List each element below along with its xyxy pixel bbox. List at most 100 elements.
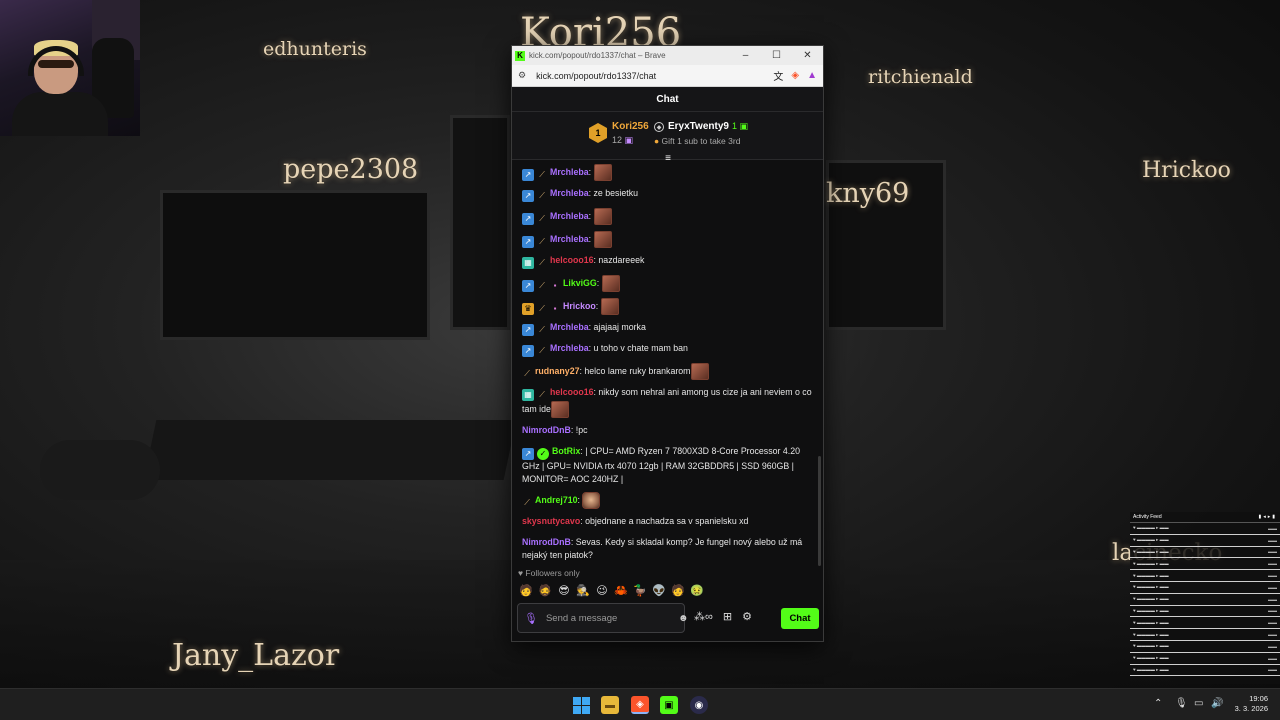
- chat-emote-icon[interactable]: [600, 298, 619, 315]
- quick-emote-icon[interactable]: 👽: [651, 583, 667, 599]
- url-text[interactable]: kick.com/popout/rdo1337/chat: [536, 71, 765, 81]
- quick-emote-icon[interactable]: 😉: [594, 583, 610, 599]
- chat-username[interactable]: LikviGG: [563, 278, 597, 288]
- chat-emote-icon[interactable]: [601, 275, 620, 292]
- chat-settings-icon[interactable]: ⚙: [742, 610, 752, 623]
- subscriber-badge-icon[interactable]: ↗: [522, 212, 534, 225]
- chat-username[interactable]: Mrchleba: [550, 322, 589, 332]
- microphone-tray-icon[interactable]: 🎙: [1175, 698, 1188, 709]
- obs-icon[interactable]: ◉: [690, 696, 708, 714]
- chat-username[interactable]: NimrodDnB: [522, 425, 571, 435]
- window-titlebar[interactable]: K kick.com/popout/rdo1337/chat – Brave –…: [512, 46, 823, 65]
- sword-badge-icon[interactable]: ⟋: [537, 280, 547, 292]
- sword-badge-icon[interactable]: ⟋: [537, 345, 547, 357]
- og-badge-icon[interactable]: ▦: [522, 389, 534, 401]
- brave-browser-icon[interactable]: ◈: [631, 696, 649, 714]
- gifter-badge-icon[interactable]: ▪: [550, 280, 560, 292]
- followers-only-notice: ♥ Followers only: [518, 568, 580, 578]
- leader-name-first[interactable]: Kori256: [612, 121, 649, 132]
- kick-app-icon[interactable]: ▣: [660, 696, 678, 714]
- volume-icon[interactable]: 🔊: [1211, 698, 1223, 709]
- sword-badge-icon[interactable]: ⟋: [537, 324, 547, 336]
- chat-username[interactable]: Andrej710: [535, 495, 578, 505]
- og-badge-icon[interactable]: ▦: [522, 257, 534, 269]
- subscriber-badge-icon[interactable]: ↗: [522, 345, 534, 357]
- sword-badge-icon[interactable]: ⟋: [522, 497, 532, 509]
- subscriber-badge-icon[interactable]: ↗: [522, 235, 534, 248]
- subscriber-badge-icon[interactable]: ↗: [522, 279, 534, 292]
- quick-emote-icon[interactable]: 🧑: [518, 583, 534, 599]
- chat-username[interactable]: helcooo16: [550, 387, 594, 397]
- gift-sub-icon[interactable]: ⊞: [723, 610, 732, 623]
- chat-emote-icon[interactable]: [550, 401, 569, 418]
- sword-badge-icon[interactable]: ⟋: [522, 368, 532, 380]
- chat-username[interactable]: NimrodDnB: [522, 537, 571, 547]
- subscriber-badge-icon[interactable]: ↗: [522, 190, 534, 202]
- send-chat-button[interactable]: Chat: [781, 608, 819, 629]
- window-title: kick.com/popout/rdo1337/chat – Brave: [529, 51, 666, 60]
- chat-username[interactable]: rudnany27: [535, 366, 580, 376]
- quick-emote-icon[interactable]: 🕵: [575, 583, 591, 599]
- sword-badge-icon[interactable]: ⟋: [537, 213, 547, 225]
- chat-username[interactable]: Mrchleba: [550, 211, 589, 221]
- chat-username[interactable]: Mrchleba: [550, 188, 589, 198]
- sword-badge-icon[interactable]: ⟋: [537, 236, 547, 248]
- chat-username[interactable]: helcooo16: [550, 255, 594, 265]
- chat-emote-icon[interactable]: [593, 231, 612, 248]
- activity-feed-row: ♥ ▬▬▬▬ ▸ ▬▬ ▬▬: [1130, 535, 1280, 547]
- brave-rewards-icon[interactable]: ▲: [807, 70, 817, 81]
- sword-badge-icon[interactable]: ⟋: [537, 257, 547, 269]
- network-icon[interactable]: ▭: [1194, 698, 1203, 709]
- chat-username[interactable]: BotRix: [552, 446, 580, 456]
- gifter-badge-icon[interactable]: ▪: [550, 303, 560, 315]
- chat-emote-icon[interactable]: [593, 164, 612, 181]
- subscriber-badge-icon[interactable]: ↗: [522, 324, 534, 336]
- close-button[interactable]: ✕: [792, 50, 823, 61]
- quick-emote-icon[interactable]: 🦀: [613, 583, 629, 599]
- chat-username[interactable]: Mrchleba: [550, 234, 589, 244]
- file-explorer-icon[interactable]: ▬: [601, 696, 619, 714]
- quick-emote-icon[interactable]: 🤢: [689, 583, 705, 599]
- chat-message-list[interactable]: ↗ ⟋ Mrchleba: ↗ ⟋ Mrchleba: ze besietku ↗ ⟋ Mrc…: [512, 162, 823, 572]
- gift-hint[interactable]: ● Gift 1 sub to take 3rd: [654, 136, 740, 146]
- maximize-button[interactable]: ☐: [761, 50, 792, 61]
- windows-taskbar: ▬ ◈ ▣ ◉ ⌃ 🎙 ▭ 🔊 19:06 3. 3. 2026: [0, 688, 1280, 720]
- quick-emote-icon[interactable]: 🧔: [537, 583, 553, 599]
- chat-username[interactable]: Mrchleba: [550, 167, 589, 177]
- crown-badge-icon[interactable]: ♛: [522, 302, 534, 315]
- quick-emote-icon[interactable]: 🦆: [632, 583, 648, 599]
- verified-badge-icon[interactable]: ✓: [537, 448, 549, 460]
- sword-badge-icon[interactable]: ⟋: [537, 303, 547, 315]
- sword-badge-icon[interactable]: ⟋: [537, 190, 547, 202]
- chat-username[interactable]: Hrickoo: [563, 301, 596, 311]
- subscriber-badge-icon[interactable]: ↗: [522, 168, 534, 181]
- chat-emote-icon[interactable]: [582, 492, 601, 509]
- message-input[interactable]: [545, 612, 678, 624]
- chat-username[interactable]: skysnutycavo: [522, 516, 580, 526]
- subscriber-badge-icon[interactable]: ↗: [522, 448, 534, 460]
- sword-badge-icon[interactable]: ⟋: [537, 169, 547, 181]
- translate-icon[interactable]: 文: [773, 68, 783, 83]
- kick-points-icon[interactable]: ⁂∞: [694, 610, 713, 623]
- overlay-name-5: kny69: [826, 178, 910, 209]
- chat-username[interactable]: Mrchleba: [550, 343, 589, 353]
- minimize-button[interactable]: –: [730, 50, 761, 61]
- chat-message: ↗ ⟋ Mrchleba: u toho v chate mam ban: [522, 340, 815, 357]
- system-clock[interactable]: 19:06 3. 3. 2026: [1228, 694, 1268, 714]
- quick-emote-icon[interactable]: 😎: [556, 583, 572, 599]
- feed-controls-icon[interactable]: ▮◂▸▮: [1258, 514, 1277, 520]
- chat-scrollbar[interactable]: [818, 456, 821, 566]
- site-settings-icon[interactable]: ⚙: [518, 70, 526, 81]
- chat-header: Chat: [512, 87, 823, 112]
- rank-medal-icon: 1: [589, 123, 607, 143]
- tray-overflow-icon[interactable]: ⌃: [1154, 698, 1162, 709]
- chat-emote-icon[interactable]: [593, 208, 612, 225]
- sword-badge-icon[interactable]: ⟋: [537, 389, 547, 401]
- microphone-icon[interactable]: 🎙: [524, 612, 538, 625]
- emoji-picker-icon[interactable]: ☻: [678, 613, 689, 624]
- start-button[interactable]: [572, 696, 590, 714]
- quick-emote-icon[interactable]: 🧑: [670, 583, 686, 599]
- leader-name-second[interactable]: EryxTwenty9: [668, 121, 729, 132]
- chat-emote-icon[interactable]: [690, 363, 709, 380]
- brave-shield-icon[interactable]: ◈: [791, 70, 799, 81]
